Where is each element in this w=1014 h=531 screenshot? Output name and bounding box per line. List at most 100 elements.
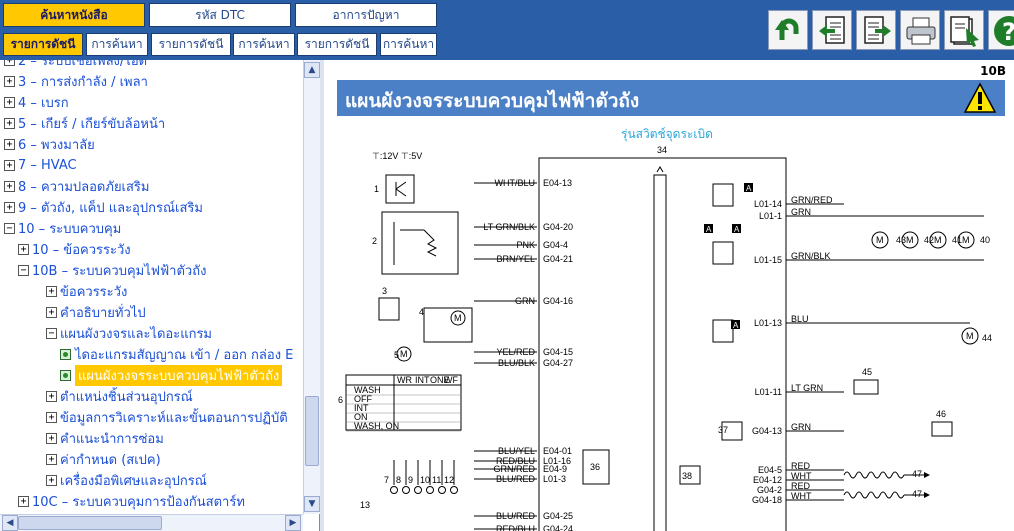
tree-item[interactable]: + คำอธิบายทั่วไป xyxy=(46,302,146,322)
component-number: 36 xyxy=(590,462,600,472)
tree-item[interactable]: + เครื่องมือพิเศษและอุปกรณ์ xyxy=(46,470,207,490)
wire-pin: E04-9 xyxy=(543,464,567,474)
tree-vertical-scrollbar[interactable]: ▲ ▼ xyxy=(303,60,320,514)
prev-page-button[interactable] xyxy=(812,10,852,50)
component-number: 41 xyxy=(952,235,962,245)
tree-item-label: 10 – ข้อควรระวัง xyxy=(32,242,131,258)
tree-item-label: คำแนะนำการซ่อม xyxy=(60,431,164,447)
tree-item[interactable]: + ข้อควรระวัง xyxy=(46,281,127,301)
expand-icon[interactable]: + xyxy=(46,390,57,402)
help-button[interactable]: ? xyxy=(988,10,1014,50)
expand-icon[interactable]: + xyxy=(46,285,57,297)
svg-text:A: A xyxy=(734,225,740,234)
tab-index-1[interactable]: รายการดัชนี xyxy=(3,33,83,56)
connector-pin xyxy=(426,486,434,494)
tab-search-3[interactable]: การค้นหา xyxy=(380,33,437,56)
tree-item[interactable]: + ตำแหน่งชิ้นส่วนอุปกรณ์ xyxy=(46,386,193,406)
tree-item[interactable]: +9 – ตัวถัง, แค็ป และอุปกรณ์เสริม xyxy=(4,197,203,217)
page-title: แผนผังวงจรระบบควบคุมไฟฟ้าตัวถัง xyxy=(345,90,640,112)
expand-icon[interactable]: + xyxy=(18,243,29,255)
tree-item[interactable]: +5 – เกียร์ / เกียร์ขับล้อหน้า xyxy=(4,113,165,133)
tab-search-2[interactable]: การค้นหา xyxy=(233,33,295,56)
component-number: 43 xyxy=(896,235,906,245)
tree-item[interactable]: ไดอะแกรมสัญญาณ เข้า / ออก กล่อง E xyxy=(60,344,293,364)
expand-icon[interactable]: + xyxy=(4,117,15,129)
component-number-labels: 1234567 8 9 10 11 121336373840414243444546474… xyxy=(338,184,992,510)
wire-pin: E04-01 xyxy=(543,446,572,456)
tree-item-label: 4 – เบรก xyxy=(18,95,69,111)
tree-horizontal-scrollbar[interactable]: ◀ ▶ xyxy=(0,514,303,531)
scroll-right-button[interactable]: ▶ xyxy=(285,515,301,531)
expand-icon[interactable]: + xyxy=(4,138,15,150)
wire-pin: L01-1 xyxy=(759,211,782,221)
tab-symptom[interactable]: อาการปัญหา xyxy=(295,3,437,27)
scroll-thumb[interactable] xyxy=(305,396,319,466)
motor-group-40-44: M M M M M xyxy=(844,215,984,345)
wire-pin: G04-25 xyxy=(543,511,573,521)
wire-color: WHT xyxy=(791,471,812,481)
component-number: 8 xyxy=(396,475,401,485)
page-code: 10B xyxy=(980,64,1006,78)
component-number: 3 xyxy=(382,286,387,296)
tree-item[interactable]: +3 – การส่งกำลัง / เพลา xyxy=(4,71,148,91)
bookmark-button[interactable] xyxy=(944,10,984,50)
tree-item-label: แผนผังวงจรระบบควบคุมไฟฟ้าตัวถัง xyxy=(75,364,283,386)
tree-item[interactable]: +10C – ระบบควบคุมการป้องกันสตาร์ท xyxy=(18,491,245,511)
motor-4-label: M xyxy=(454,313,462,323)
tree-item-label: ข้อมูลการวิเคราะห์และขั้นตอนการปฏิบัติ xyxy=(60,410,288,426)
tree-item[interactable]: −10B – ระบบควบคุมไฟฟ้าตัวถัง xyxy=(18,260,206,280)
collapse-icon[interactable]: − xyxy=(4,222,15,234)
expand-icon[interactable]: + xyxy=(46,432,57,444)
hscroll-thumb[interactable] xyxy=(18,516,162,530)
collapse-icon[interactable]: − xyxy=(18,264,29,276)
back-button[interactable] xyxy=(768,10,808,50)
svg-text:A: A xyxy=(706,225,712,234)
tab-index-3[interactable]: รายการดัชนี xyxy=(297,33,377,56)
expand-icon[interactable]: + xyxy=(4,60,15,66)
expand-icon[interactable]: + xyxy=(46,306,57,318)
tree-item[interactable]: +4 – เบรก xyxy=(4,92,69,112)
expand-icon[interactable]: + xyxy=(4,96,15,108)
tree-item[interactable]: แผนผังวงจรระบบควบคุมไฟฟ้าตัวถัง xyxy=(60,364,283,386)
expand-icon[interactable]: + xyxy=(4,201,15,213)
tab-search-1[interactable]: การค้นหา xyxy=(86,33,148,56)
scroll-left-button[interactable]: ◀ xyxy=(2,515,18,531)
motor-label: M xyxy=(906,235,914,245)
wiring-diagram: รุ่นสวิตช์จุดระเบิด ⊤:12V ⊤:5V 34 WHT/BL… xyxy=(338,127,992,531)
expand-icon[interactable]: + xyxy=(4,180,15,192)
scroll-down-button[interactable]: ▼ xyxy=(304,496,320,512)
expand-icon[interactable]: + xyxy=(46,474,57,486)
print-icon xyxy=(906,17,936,45)
expand-icon[interactable]: + xyxy=(4,159,15,171)
print-button[interactable] xyxy=(900,10,940,50)
next-page-button[interactable] xyxy=(856,10,896,50)
tree-item[interactable]: +6 – พวงมาลัย xyxy=(4,134,95,154)
expand-icon[interactable]: + xyxy=(4,75,15,87)
wire-pin: E04-12 xyxy=(753,475,782,485)
tree-item[interactable]: + ค่ากำหนด (สเปค) xyxy=(46,449,161,469)
wire-color: GRN/BLK xyxy=(791,251,831,261)
relay-a1-box xyxy=(712,183,734,207)
tree-item[interactable]: +10 – ข้อควรระวัง xyxy=(18,239,131,259)
expand-icon[interactable]: + xyxy=(46,453,57,465)
expand-icon[interactable]: + xyxy=(18,495,29,507)
expand-icon[interactable]: + xyxy=(46,411,57,423)
tree-item[interactable]: +8 – ความปลอดภัยเสริม xyxy=(4,176,150,196)
tree-item-partial[interactable]: + 2 – ระบบเชื้อเพลิง/ไอดี xyxy=(4,60,147,70)
tree-item-label: คำอธิบายทั่วไป xyxy=(60,305,146,321)
document-pane: 10B แผนผังวงจรระบบควบคุมไฟฟ้าตัวถัง รุ่น… xyxy=(324,60,1014,531)
tree-item[interactable]: + ข้อมูลการวิเคราะห์และขั้นตอนการปฏิบัติ xyxy=(46,407,288,427)
tab-index-2[interactable]: รายการดัชนี xyxy=(151,33,231,56)
wire-color: RED/BLU xyxy=(496,524,535,531)
tree-item[interactable]: +7 – HVAC xyxy=(4,155,77,175)
tree-item[interactable]: + คำแนะนำการซ่อม xyxy=(46,428,164,448)
motor-label: M xyxy=(966,331,974,341)
wire-pin: G04-13 xyxy=(752,426,782,436)
tree-item[interactable]: − แผนผังวงจรและไดอะแกรม xyxy=(46,323,212,343)
tab-dtc-code[interactable]: รหัส DTC xyxy=(149,3,291,27)
tree-item-label: 2 – ระบบเชื้อเพลิง/ไอดี xyxy=(18,60,148,69)
collapse-icon[interactable]: − xyxy=(46,327,57,339)
tab-book-search[interactable]: ค้นหาหนังสือ xyxy=(3,3,145,27)
tree-item[interactable]: −10 – ระบบควบคุม xyxy=(4,218,121,238)
scroll-up-button[interactable]: ▲ xyxy=(304,62,320,78)
